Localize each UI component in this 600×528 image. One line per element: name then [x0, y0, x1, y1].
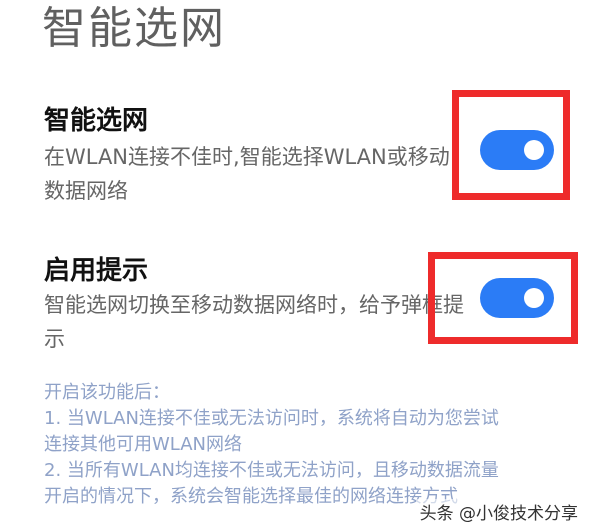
info-heading: 开启该功能后：: [44, 382, 170, 403]
toggle-knob: [524, 140, 544, 160]
smart-network-description: 在WLAN连接不佳时,智能选择WLAN或移动数据网络: [44, 145, 450, 203]
info-line: 1. 当WLAN连接不佳或无法访问时，系统将自动为您尝试: [44, 408, 499, 429]
enable-prompt-toggle[interactable]: [480, 278, 554, 318]
enable-prompt-description: 智能选网切换至移动数据网络时，给予弹框提示: [44, 293, 464, 351]
watermark: 头条 @小俊技术分享: [415, 499, 582, 524]
smart-network-title: 智能选网: [44, 106, 149, 136]
enable-prompt-title: 启用提示: [44, 256, 149, 286]
toggle-knob: [524, 288, 544, 308]
info-line: 2. 当所有WLAN均连接不佳或无法访问，且移动数据流量: [44, 460, 499, 481]
page-title: 智能选网: [42, 3, 226, 54]
smart-network-toggle[interactable]: [480, 130, 554, 170]
info-line: 连接其他可用WLAN网络: [44, 434, 243, 455]
feature-info: 开启该功能后： 1. 当WLAN连接不佳或无法访问时，系统将自动为您尝试 连接其…: [44, 380, 564, 510]
